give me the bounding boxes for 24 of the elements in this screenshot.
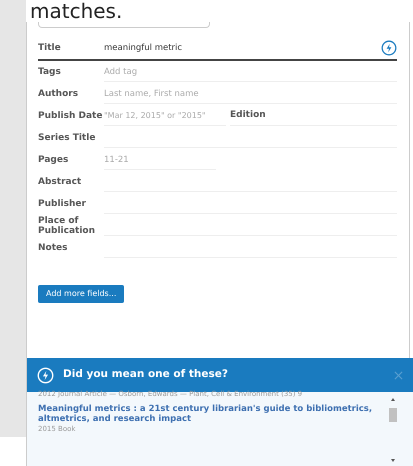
lightning-icon[interactable] [381, 40, 397, 56]
field-label: Publish Date [38, 111, 104, 121]
input-field[interactable]: Last name, First name [104, 84, 397, 104]
field-label: Tags [38, 67, 62, 77]
field-label: Notes [38, 243, 68, 253]
heading-fragment: matches. [30, 0, 122, 22]
input-field[interactable]: Add tag [104, 62, 397, 82]
input-field[interactable]: "Mar 12, 2015" or "2015" [104, 106, 226, 126]
type-dropdown[interactable] [38, 22, 210, 28]
input-field[interactable]: 11-21 [104, 150, 216, 170]
field-label: Title [38, 43, 62, 53]
field-label: Publisher [38, 199, 87, 209]
close-icon[interactable] [394, 370, 403, 380]
field-label: Abstract [38, 177, 82, 187]
suggestions-title: Did you mean one of these? [63, 367, 228, 382]
field-label: Place of Publication [38, 216, 96, 236]
field-label: Pages [38, 155, 70, 165]
input-field[interactable]: meaningful metric [104, 38, 381, 58]
add-more-fields-button[interactable]: Add more fields... [38, 285, 124, 303]
suggestion-title[interactable]: Meaningful metrics : a 21st century librarian's guide to bibliometrics, altmetrics, and research impact [38, 404, 378, 424]
field-label: Series Title [38, 133, 96, 143]
lightning-icon [37, 366, 54, 384]
field-label: Authors [38, 89, 80, 99]
field-label: Edition [230, 108, 266, 122]
